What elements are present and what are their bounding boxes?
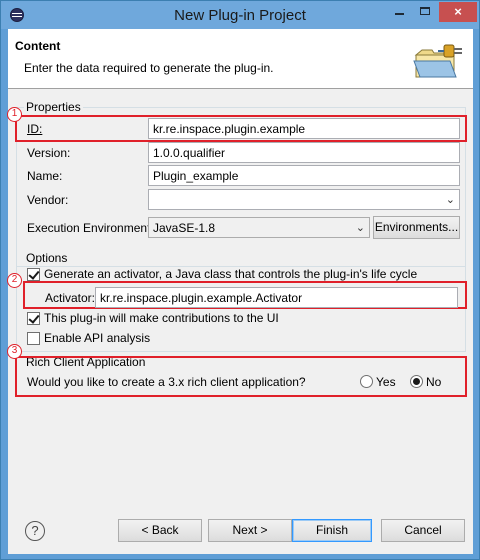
page-title: Content — [15, 39, 61, 53]
name-field[interactable]: Plugin_example — [148, 165, 460, 186]
activator-field[interactable]: kr.re.inspace.plugin.example.Activator — [95, 287, 458, 308]
api-analysis-checkbox[interactable] — [27, 332, 40, 345]
help-icon[interactable]: ? — [25, 521, 45, 541]
rcp-yes-label[interactable]: Yes — [376, 375, 396, 389]
page-description: Enter the data required to generate the … — [24, 61, 274, 75]
new-plugin-project-window: New Plug-in Project × Content Enter the … — [0, 0, 480, 560]
version-field[interactable]: 1.0.0.qualifier — [148, 142, 460, 163]
vendor-label: Vendor: — [27, 193, 69, 207]
execution-environment-value: JavaSE-1.8 — [153, 221, 216, 235]
annotation-marker-2: 2 — [7, 273, 22, 288]
maximize-button[interactable] — [413, 2, 437, 22]
chevron-down-icon: ⌄ — [355, 222, 365, 234]
minimize-button[interactable] — [387, 2, 411, 22]
next-button[interactable]: Next > — [208, 519, 292, 542]
properties-group-label: Properties — [24, 100, 83, 114]
title-bar[interactable]: New Plug-in Project × — [1, 1, 479, 29]
dialog-client-area: Content Enter the data required to gener… — [7, 29, 473, 554]
vendor-combo[interactable]: ⌄ — [148, 189, 460, 210]
close-button[interactable]: × — [439, 2, 477, 22]
rcp-no-radio[interactable] — [410, 375, 423, 388]
id-label: ID: — [27, 122, 43, 136]
maximize-icon — [420, 7, 430, 15]
minimize-icon — [394, 13, 404, 15]
api-analysis-label[interactable]: Enable API analysis — [44, 331, 150, 345]
rcp-question: Would you like to create a 3.x rich clie… — [27, 375, 306, 389]
version-label: Version: — [27, 146, 71, 160]
chevron-down-icon: ⌄ — [445, 194, 455, 206]
name-label: Name: — [27, 169, 63, 183]
ui-contributions-label[interactable]: This plug-in will make contributions to … — [44, 311, 279, 325]
wizard-banner: Content Enter the data required to gener… — [8, 29, 473, 89]
options-group-label: Options — [24, 251, 70, 265]
ui-contributions-checkbox[interactable] — [27, 312, 40, 325]
annotation-marker-1: 1 — [7, 107, 22, 122]
rcp-no-label[interactable]: No — [426, 375, 441, 389]
finish-button[interactable]: Finish — [292, 519, 372, 542]
execution-environment-combo[interactable]: JavaSE-1.8 ⌄ — [148, 217, 370, 238]
annotation-marker-3: 3 — [7, 344, 22, 359]
generate-activator-checkbox[interactable] — [27, 268, 40, 281]
generate-activator-label[interactable]: Generate an activator, a Java class that… — [44, 267, 417, 281]
back-button[interactable]: < Back — [118, 519, 202, 542]
environments-button[interactable]: Environments... — [373, 216, 460, 239]
cancel-button[interactable]: Cancel — [381, 519, 465, 542]
plug-in-folder-wizard-icon — [413, 44, 462, 78]
rcp-yes-radio[interactable] — [360, 375, 373, 388]
execution-environment-label: Execution Environment: — [27, 221, 154, 235]
activator-label: Activator: — [45, 291, 96, 305]
id-field[interactable]: kr.re.inspace.plugin.example — [148, 118, 460, 139]
